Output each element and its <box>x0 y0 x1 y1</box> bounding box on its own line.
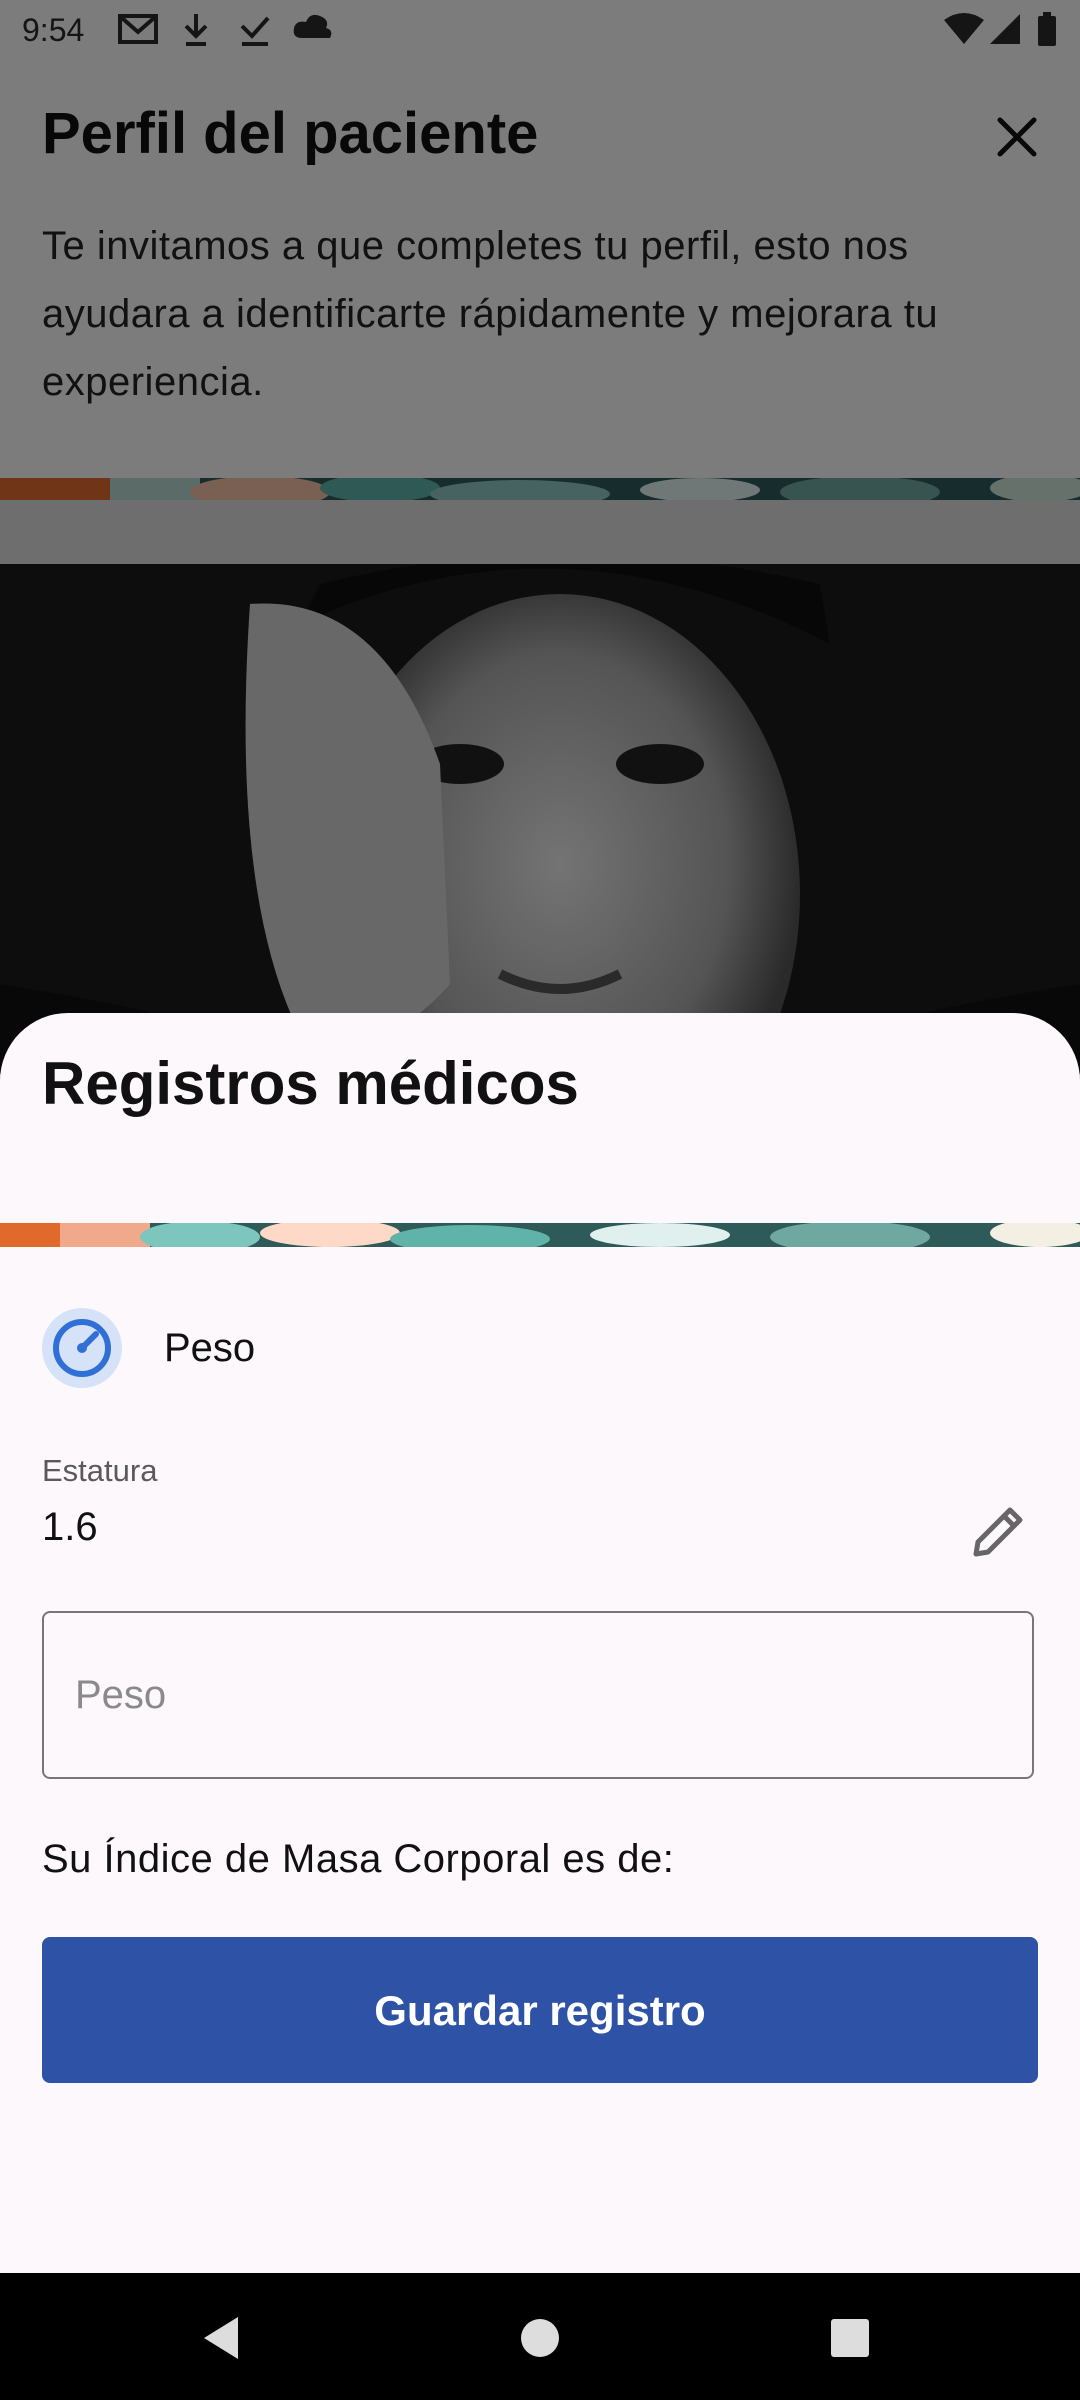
weight-input[interactable] <box>42 1611 1034 1779</box>
weight-row-label: Peso <box>164 1326 256 1370</box>
back-button[interactable] <box>190 2303 260 2373</box>
back-icon <box>204 2317 238 2359</box>
recents-button[interactable] <box>815 2303 885 2373</box>
edit-height-button[interactable] <box>966 1498 1032 1564</box>
system-nav-bar <box>0 2273 1080 2400</box>
home-button[interactable] <box>505 2303 575 2373</box>
speedometer-icon <box>42 1308 122 1388</box>
weight-record-row[interactable]: Peso <box>42 1308 642 1388</box>
height-caption: Estatura <box>42 1453 158 1488</box>
home-icon <box>521 2319 559 2357</box>
sheet-title: Registros médicos <box>42 1050 579 1117</box>
medical-records-sheet: Registros médicos Peso Estatura 1.6 Peso… <box>0 1013 1080 2273</box>
pencil-icon <box>973 1507 1023 1557</box>
bmi-label: Su Índice de Masa Corporal es de: <box>42 1837 675 1881</box>
decorative-pattern-band <box>0 1223 1080 1247</box>
recents-icon <box>831 2319 869 2357</box>
save-record-button[interactable]: Guardar registro <box>42 1937 1038 2083</box>
height-value: 1.6 <box>42 1505 98 1549</box>
